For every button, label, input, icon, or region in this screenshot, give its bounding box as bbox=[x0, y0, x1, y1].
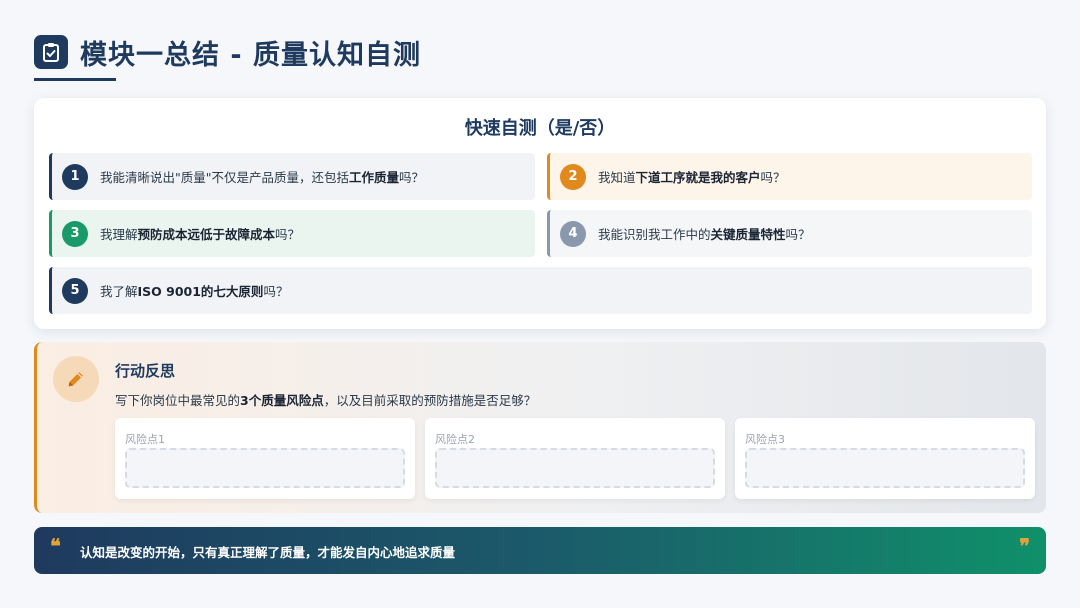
question-number: 1 bbox=[62, 163, 88, 190]
question-item-1[interactable]: 1 我能清晰说出"质量"不仅是产品质量，还包括工作质量吗？ bbox=[49, 153, 535, 200]
risk-input-3[interactable] bbox=[745, 448, 1025, 488]
page-header: 模块一总结 - 质量认知自测 bbox=[34, 32, 421, 72]
question-item-2[interactable]: 2 我知道下道工序就是我的客户吗？ bbox=[547, 153, 1032, 200]
self-test-title: 快速自测（是/否） bbox=[464, 118, 616, 139]
risk-input-1[interactable] bbox=[125, 448, 405, 488]
quote-open-icon: ❝ bbox=[50, 534, 61, 558]
question-number: 5 bbox=[62, 277, 88, 304]
risk-label: 风险点3 bbox=[745, 433, 785, 446]
quote-banner: ❝ 认知是改变的开始，只有真正理解了质量，才能发自内心地追求质量 ❞ bbox=[34, 527, 1046, 574]
question-text: 我知道下道工序就是我的客户吗？ bbox=[598, 170, 786, 185]
question-text: 我能识别我工作中的关键质量特性吗？ bbox=[598, 227, 811, 242]
risk-label: 风险点2 bbox=[435, 433, 475, 446]
question-item-5[interactable]: 5 我了解ISO 9001的七大原则吗？ bbox=[49, 267, 1032, 314]
question-number: 2 bbox=[560, 163, 586, 190]
risk-input-2[interactable] bbox=[435, 448, 715, 488]
risk-card-3: 风险点3 bbox=[735, 418, 1035, 499]
question-item-3[interactable]: 3 我理解预防成本远低于故障成本吗？ bbox=[49, 210, 535, 257]
question-item-4[interactable]: 4 我能识别我工作中的关键质量特性吗？ bbox=[547, 210, 1032, 257]
reflection-description: 写下你岗位中最常见的3个质量风险点，以及目前采取的预防措施是否足够？ bbox=[115, 393, 537, 408]
risk-card-2: 风险点2 bbox=[425, 418, 725, 499]
question-number: 3 bbox=[62, 220, 88, 247]
reflection-title: 行动反思 bbox=[115, 362, 176, 380]
quote-close-icon: ❞ bbox=[1019, 534, 1030, 558]
self-test-card: 快速自测（是/否） 1 我能清晰说出"质量"不仅是产品质量，还包括工作质量吗？ … bbox=[34, 98, 1046, 329]
question-text: 我理解预防成本远低于故障成本吗？ bbox=[100, 227, 301, 242]
pencil-icon bbox=[53, 356, 99, 402]
title-underline bbox=[34, 78, 116, 81]
reflection-panel: 行动反思 写下你岗位中最常见的3个质量风险点，以及目前采取的预防措施是否足够？ … bbox=[34, 342, 1046, 513]
question-text: 我能清晰说出"质量"不仅是产品质量，还包括工作质量吗？ bbox=[100, 170, 425, 185]
page-title: 模块一总结 - 质量认知自测 bbox=[80, 39, 422, 71]
quote-text: 认知是改变的开始，只有真正理解了质量，才能发自内心地追求质量 bbox=[80, 545, 456, 560]
clipboard-check-icon bbox=[34, 35, 68, 69]
risk-card-1: 风险点1 bbox=[115, 418, 415, 499]
question-text: 我了解ISO 9001的七大原则吗？ bbox=[100, 284, 289, 299]
question-number: 4 bbox=[560, 220, 586, 247]
risk-label: 风险点1 bbox=[125, 433, 165, 446]
